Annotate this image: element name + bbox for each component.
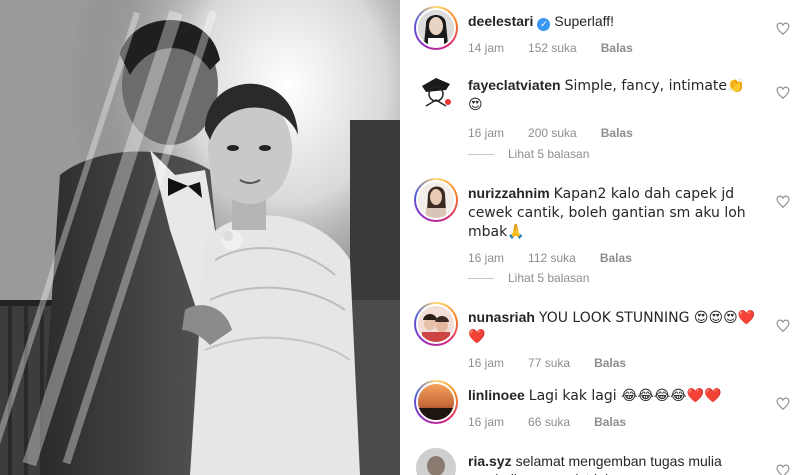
heart-outline-icon[interactable]: [776, 464, 790, 475]
replies-divider: [468, 154, 494, 156]
comments-panel: deelestari ✓ Superlaff! 14 jam 152 suka Bala…: [400, 0, 800, 475]
comment-likes[interactable]: 112 suka: [528, 251, 576, 265]
comment-body: nurizzahnim Kapan2 kalo dah capek jd cewe…: [468, 184, 758, 267]
view-replies-label[interactable]: Lihat 5 balasan: [508, 147, 589, 161]
comment-text: Superlaff!: [554, 13, 615, 29]
comment-time[interactable]: 16 jam: [468, 126, 504, 140]
avatar[interactable]: [414, 302, 458, 346]
comment-likes[interactable]: 77 suka: [528, 356, 570, 370]
replies-divider: [468, 278, 494, 280]
reply-button[interactable]: Balas: [601, 41, 633, 55]
heart-outline-icon[interactable]: [776, 319, 790, 333]
heart-outline-icon[interactable]: [776, 86, 790, 100]
comment-body: fayeclatviaten Simple, fancy, intimate👏😍 …: [468, 76, 758, 142]
comment-meta: 16 jam 112 suka Balas: [468, 249, 758, 267]
comment-likes[interactable]: 66 suka: [528, 415, 570, 429]
heart-outline-icon[interactable]: [776, 195, 790, 209]
comment-meta: 16 jam 77 suka Balas: [468, 354, 758, 372]
comment-body: linlinoee Lagi kak lagi 😂😂😂😂❤️❤️ 16 jam 66…: [468, 386, 758, 431]
comment-likes[interactable]: 152 suka: [528, 41, 577, 55]
reply-button[interactable]: Balas: [600, 251, 632, 265]
heart-outline-icon[interactable]: [776, 397, 790, 411]
comment-time[interactable]: 16 jam: [468, 356, 504, 370]
comment-likes[interactable]: 200 suka: [528, 126, 577, 140]
reply-button[interactable]: Balas: [594, 356, 626, 370]
comment-time[interactable]: 14 jam: [468, 41, 504, 55]
view-replies-button[interactable]: Lihat 5 balasan: [468, 271, 589, 285]
comment-time[interactable]: 16 jam: [468, 415, 504, 429]
heart-outline-icon[interactable]: [776, 22, 790, 36]
comment-username[interactable]: fayeclatviaten: [468, 77, 561, 93]
avatar[interactable]: [414, 446, 458, 475]
wedding-couple-photo: [0, 0, 400, 475]
comment-time[interactable]: 16 jam: [468, 251, 504, 265]
avatar[interactable]: [414, 70, 458, 114]
comment-meta: 16 jam 200 suka Balas: [468, 124, 758, 142]
avatar[interactable]: [414, 380, 458, 424]
view-replies-label[interactable]: Lihat 5 balasan: [508, 271, 589, 285]
comment-body: nunasriah YOU LOOK STUNNING 😍😍😍❤️❤️ 16 ja…: [468, 308, 758, 372]
reply-button[interactable]: Balas: [601, 126, 633, 140]
verified-badge-icon: ✓: [537, 18, 551, 31]
avatar[interactable]: [414, 6, 458, 50]
comment-username[interactable]: nunasriah: [468, 309, 535, 325]
comment-body: deelestari ✓ Superlaff! 14 jam 152 suka Bala…: [468, 12, 758, 57]
comment-body: ria.syzselamat mengemban tugas mulia men…: [468, 452, 758, 475]
post-photo: [0, 0, 400, 475]
comment-username[interactable]: deelestari: [468, 13, 533, 29]
comment-username[interactable]: nurizzahnim: [468, 185, 550, 201]
comment-username[interactable]: linlinoee: [468, 387, 525, 403]
comment-meta: 16 jam 66 suka Balas: [468, 413, 758, 431]
reply-button[interactable]: Balas: [594, 415, 626, 429]
comment-username[interactable]: ria.syz: [468, 453, 512, 469]
avatar[interactable]: [414, 178, 458, 222]
comment-meta: 14 jam 152 suka Balas: [468, 39, 758, 57]
view-replies-button[interactable]: Lihat 5 balasan: [468, 147, 589, 161]
comment-text: Lagi kak lagi 😂😂😂😂❤️❤️: [528, 388, 722, 404]
